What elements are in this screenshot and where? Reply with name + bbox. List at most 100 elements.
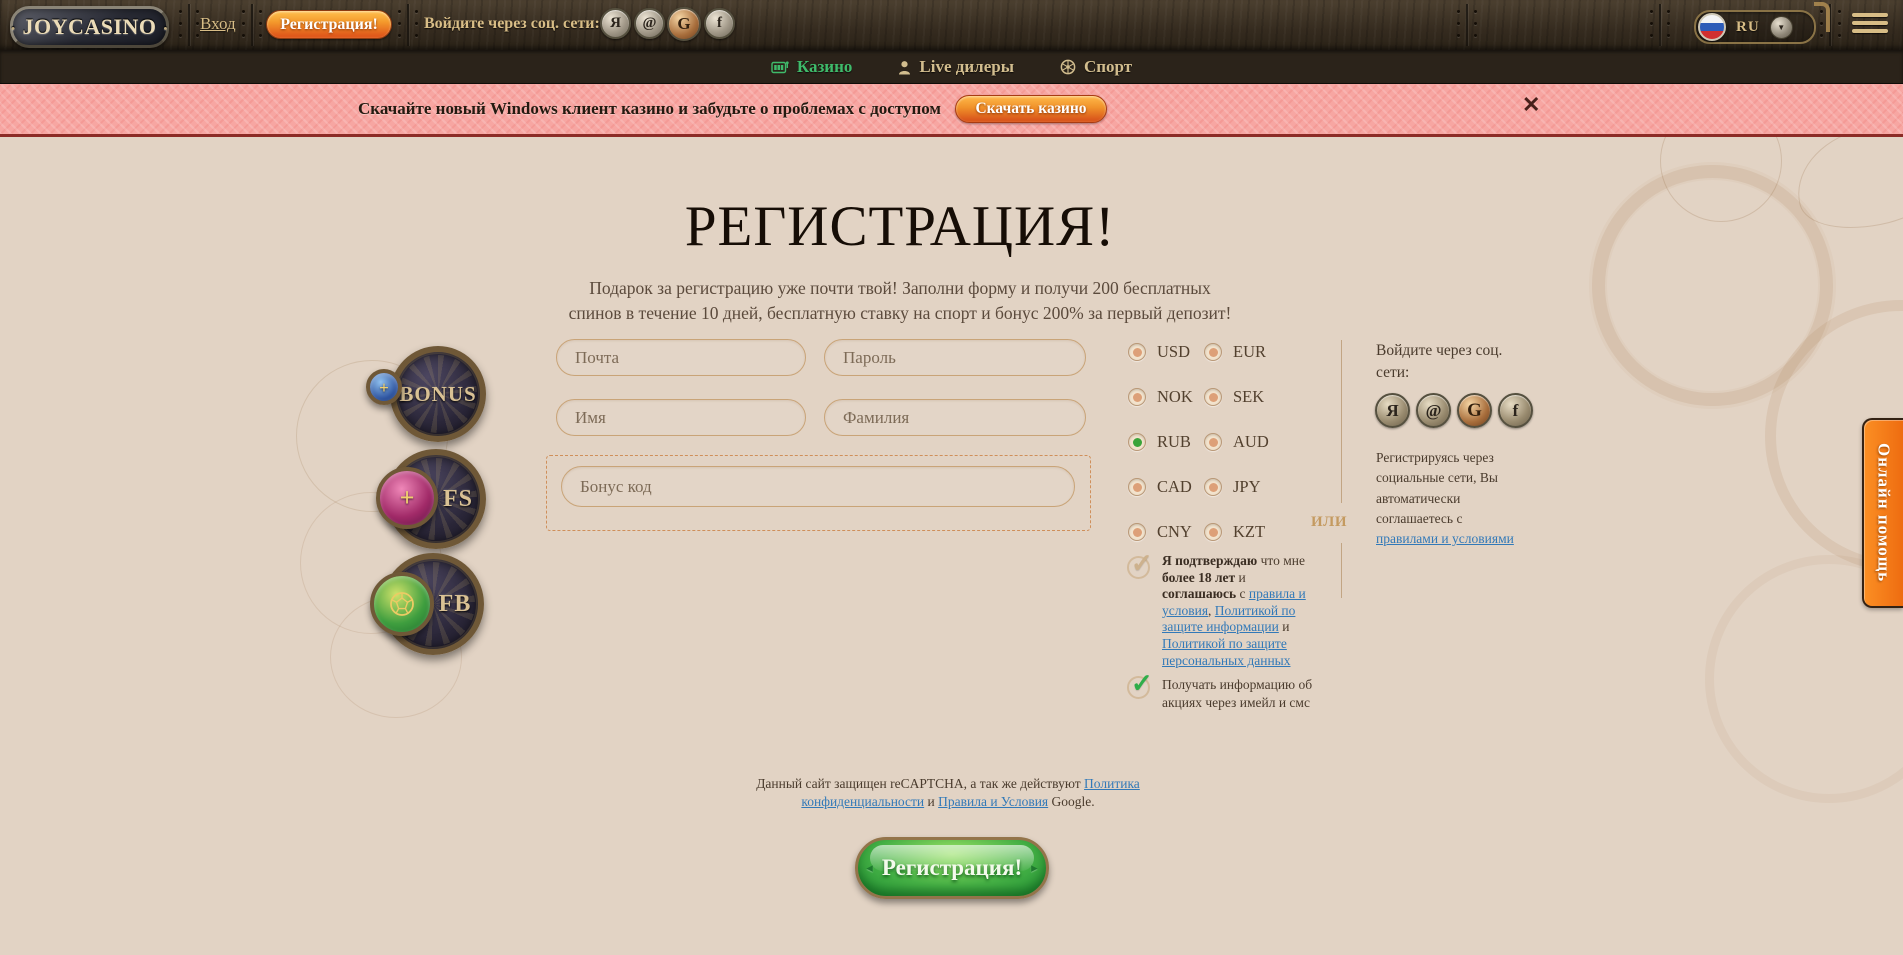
radio-nok[interactable]: [1128, 388, 1146, 406]
currency-label: KZT: [1233, 522, 1293, 542]
divider: [251, 4, 253, 46]
facebook-icon[interactable]: f: [1498, 393, 1533, 428]
submit-registration-button[interactable]: ◂ Регистрация! ▸: [855, 837, 1049, 899]
help-tab-label: Онлайн помощь: [1874, 443, 1894, 582]
register-button[interactable]: Регистрация!: [266, 10, 392, 39]
email-field[interactable]: [556, 339, 806, 376]
currency-group: USD EUR NOK SEK RUB AUD CAD JPY CNY KZT: [1128, 342, 1293, 542]
russia-flag-icon: [1698, 13, 1726, 41]
slot-machine-icon: [771, 60, 789, 75]
tab-label: Спорт: [1084, 57, 1132, 77]
chevron-down-icon[interactable]: [1770, 16, 1793, 39]
menu-bar: [1852, 13, 1888, 17]
radio-eur[interactable]: [1204, 343, 1222, 361]
badge-label: FB: [439, 591, 472, 618]
coffee-stain: [1592, 165, 1833, 406]
subtitle-line: спинов в течение 10 дней, бесплатную ста…: [505, 301, 1295, 326]
rivets: [415, 10, 418, 13]
mailru-icon[interactable]: @: [634, 8, 665, 39]
recaptcha-note: Данный сайт защищен reCAPTCHA, а так же …: [752, 775, 1144, 811]
soccer-ball-icon: [385, 587, 419, 621]
submit-label: Регистрация!: [882, 855, 1022, 881]
menu-bar: [1852, 21, 1888, 25]
age-confirm-text: Я подтверждаю что мне более 18 лет и сог…: [1162, 553, 1309, 669]
online-help-tab[interactable]: Онлайн помощь: [1862, 418, 1903, 608]
tab-label: Live дилеры: [919, 57, 1014, 77]
badge-label: BONUS: [399, 382, 476, 407]
nav-tabs: Казино Live дилеры Спорт: [0, 50, 1903, 84]
currency-label: USD: [1157, 342, 1193, 362]
right-arrow-icon: ▸: [1031, 860, 1038, 876]
divider: [188, 4, 190, 46]
bonus-code-field[interactable]: [561, 466, 1075, 507]
top-bar: JOYCASINO Вход Регистрация! Войдите чере…: [0, 0, 1903, 50]
freespins-orb: +: [376, 467, 438, 529]
radio-usd[interactable]: [1128, 343, 1146, 361]
radio-aud[interactable]: [1204, 433, 1222, 451]
currency-label: SEK: [1233, 387, 1293, 407]
rivets: [1474, 10, 1477, 13]
rivets: [398, 10, 401, 13]
divider: [407, 4, 409, 46]
brass-pipe-decoration: [1814, 2, 1830, 32]
social-note: Регистрируясь через социальные сети, Вы …: [1376, 448, 1518, 549]
download-casino-button[interactable]: Скачать казино: [955, 95, 1107, 123]
radio-cny[interactable]: [1128, 523, 1146, 541]
rivets: [259, 10, 262, 13]
close-icon[interactable]: ✕: [1522, 94, 1540, 116]
first-name-field[interactable]: [556, 399, 806, 436]
yandex-icon[interactable]: Я: [1375, 393, 1410, 428]
left-arrow-icon: ◂: [866, 860, 873, 876]
social-login-icons: Я @ G f: [1375, 393, 1533, 428]
login-link[interactable]: Вход: [200, 14, 236, 34]
currency-label: CAD: [1157, 477, 1193, 497]
vertical-divider: [1341, 543, 1342, 598]
tab-live-dealers[interactable]: Live дилеры: [898, 57, 1014, 77]
radio-rub-selected[interactable]: [1128, 433, 1146, 451]
page-title: РЕГИСТРАЦИЯ!: [500, 194, 1300, 259]
rivets: [242, 10, 245, 13]
radio-jpy[interactable]: [1204, 478, 1222, 496]
promo-checkbox[interactable]: [1127, 676, 1150, 699]
dealer-icon: [898, 60, 911, 75]
password-field[interactable]: [824, 339, 1086, 376]
age-confirm-checkbox[interactable]: [1127, 556, 1150, 579]
mailru-icon[interactable]: @: [1416, 393, 1451, 428]
rivets: [1667, 10, 1670, 13]
radio-cad[interactable]: [1128, 478, 1146, 496]
currency-label: EUR: [1233, 342, 1293, 362]
rivets: [1650, 10, 1653, 13]
tab-casino[interactable]: Казино: [771, 57, 853, 77]
yandex-icon[interactable]: Я: [600, 8, 631, 39]
currency-label: RUB: [1157, 432, 1193, 452]
or-label: ИЛИ: [1311, 514, 1347, 531]
plus-icon: +: [379, 379, 389, 396]
plus-icon: +: [400, 485, 415, 511]
radio-kzt[interactable]: [1204, 523, 1222, 541]
language-selector[interactable]: RU: [1694, 10, 1816, 44]
social-column-heading: Войдите через соц. сети:: [1376, 340, 1511, 385]
personal-data-policy-link[interactable]: Политикой по защите персональных данных: [1162, 636, 1291, 668]
google-terms-link[interactable]: Правила и Условия: [938, 794, 1048, 809]
freebet-orb: [370, 572, 434, 636]
rivets: [1838, 10, 1841, 13]
last-name-field[interactable]: [824, 399, 1086, 436]
menu-button[interactable]: [1852, 13, 1888, 37]
badge-label: FS: [443, 486, 473, 513]
joycasino-logo[interactable]: JOYCASINO: [10, 6, 169, 48]
facebook-icon[interactable]: f: [704, 8, 735, 39]
vertical-divider: [1341, 340, 1342, 503]
terms-link[interactable]: правилами и условиями: [1376, 531, 1514, 546]
logo-text: JOYCASINO: [4, 14, 175, 40]
wheel-icon: [1060, 59, 1076, 75]
language-code: RU: [1736, 19, 1760, 36]
google-icon[interactable]: G: [667, 7, 701, 41]
google-icon[interactable]: G: [1457, 393, 1492, 428]
currency-label: CNY: [1157, 522, 1193, 542]
divider: [1466, 4, 1468, 46]
download-banner: Скачайте новый Windows клиент казино и з…: [0, 84, 1903, 137]
tab-sport[interactable]: Спорт: [1060, 57, 1132, 77]
tab-label: Казино: [797, 57, 853, 77]
radio-sek[interactable]: [1204, 388, 1222, 406]
rivets: [196, 10, 199, 13]
